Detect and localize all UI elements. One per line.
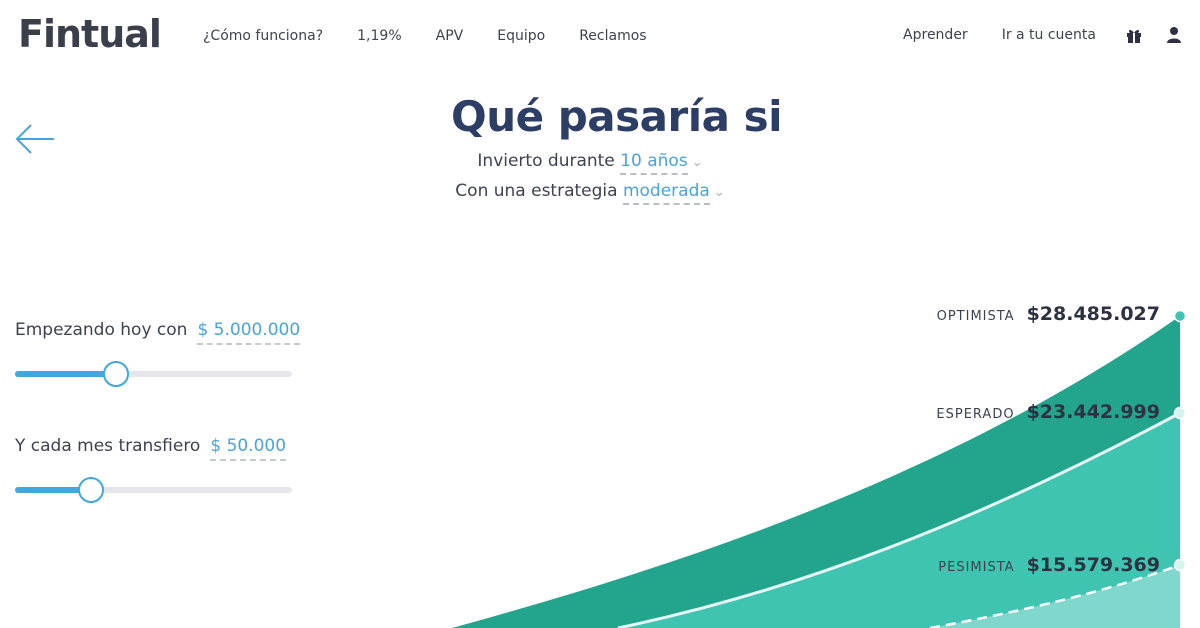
duration-chevron-down-icon[interactable]: ⌄ (692, 155, 703, 170)
optimista-amount: $28.485.027 (1026, 303, 1160, 325)
esperado-amount: $23.442.999 (1026, 401, 1160, 423)
strategy-chevron-down-icon[interactable]: ⌄ (714, 185, 725, 200)
user-icon[interactable] (1166, 26, 1182, 44)
optimista-label: OPTIMISTA $28.485.027 (937, 303, 1160, 325)
nav-aprender[interactable]: Aprender (903, 27, 968, 43)
monthly-amount-slider-thumb[interactable] (77, 477, 104, 503)
monthly-amount-value[interactable]: $ 50.000 (210, 436, 287, 461)
account-nav: Aprender Ir a tu cuenta (903, 26, 1182, 44)
monthly-amount-slider[interactable] (15, 477, 292, 503)
nav-apv[interactable]: APV (436, 28, 464, 44)
gift-icon[interactable] (1126, 26, 1142, 44)
nav-equipo[interactable]: Equipo (497, 28, 545, 44)
esperado-name: ESPERADO (936, 407, 1015, 422)
optimista-name: OPTIMISTA (936, 309, 1015, 324)
monthly-amount-row: Y cada mes transfiero $ 50.000 (15, 436, 287, 461)
initial-amount-control: Empezando hoy con $ 5.000.000 (15, 320, 301, 387)
initial-amount-label: Empezando hoy con (15, 320, 188, 340)
initial-amount-row: Empezando hoy con $ 5.000.000 (15, 320, 301, 345)
pesimista-dot (1173, 558, 1187, 572)
optimista-dot (1173, 309, 1187, 323)
strategy-line: Con una estrategia moderada ⌄ (0, 181, 1180, 205)
nav-ir-a-tu-cuenta[interactable]: Ir a tu cuenta (1002, 27, 1096, 43)
strategy-prefix: Con una estrategia (455, 181, 618, 201)
nav-como-funciona[interactable]: ¿Cómo funciona? (203, 28, 323, 44)
duration-prefix: Invierto durante (477, 151, 615, 171)
initial-amount-slider-fill (15, 371, 115, 377)
projection-page: Fintual ¿Cómo funciona? 1,19% APV Equipo… (0, 0, 1200, 628)
strategy-select[interactable]: moderada (622, 181, 710, 205)
initial-amount-slider[interactable] (15, 361, 292, 387)
page-title: Qué pasaría si (451, 92, 782, 141)
nav-comision[interactable]: 1,19% (357, 28, 401, 44)
pesimista-name: PESIMISTA (938, 560, 1015, 575)
pesimista-label: PESIMISTA $15.579.369 (938, 554, 1160, 576)
logo[interactable]: Fintual (18, 12, 162, 56)
initial-amount-slider-thumb[interactable] (102, 361, 129, 387)
esperado-dot (1173, 406, 1187, 420)
monthly-amount-control: Y cada mes transfiero $ 50.000 (15, 436, 292, 503)
main-nav: ¿Cómo funciona? 1,19% APV Equipo Reclamo… (203, 28, 681, 44)
duration-select[interactable]: 10 años (620, 151, 688, 175)
esperado-label: ESPERADO $23.442.999 (936, 401, 1160, 423)
duration-line: Invierto durante 10 años ⌄ (0, 151, 1180, 175)
pesimista-amount: $15.579.369 (1026, 554, 1160, 576)
nav-reclamos[interactable]: Reclamos (579, 28, 646, 44)
monthly-amount-label: Y cada mes transfiero (15, 436, 201, 456)
initial-amount-value[interactable]: $ 5.000.000 (197, 320, 301, 345)
